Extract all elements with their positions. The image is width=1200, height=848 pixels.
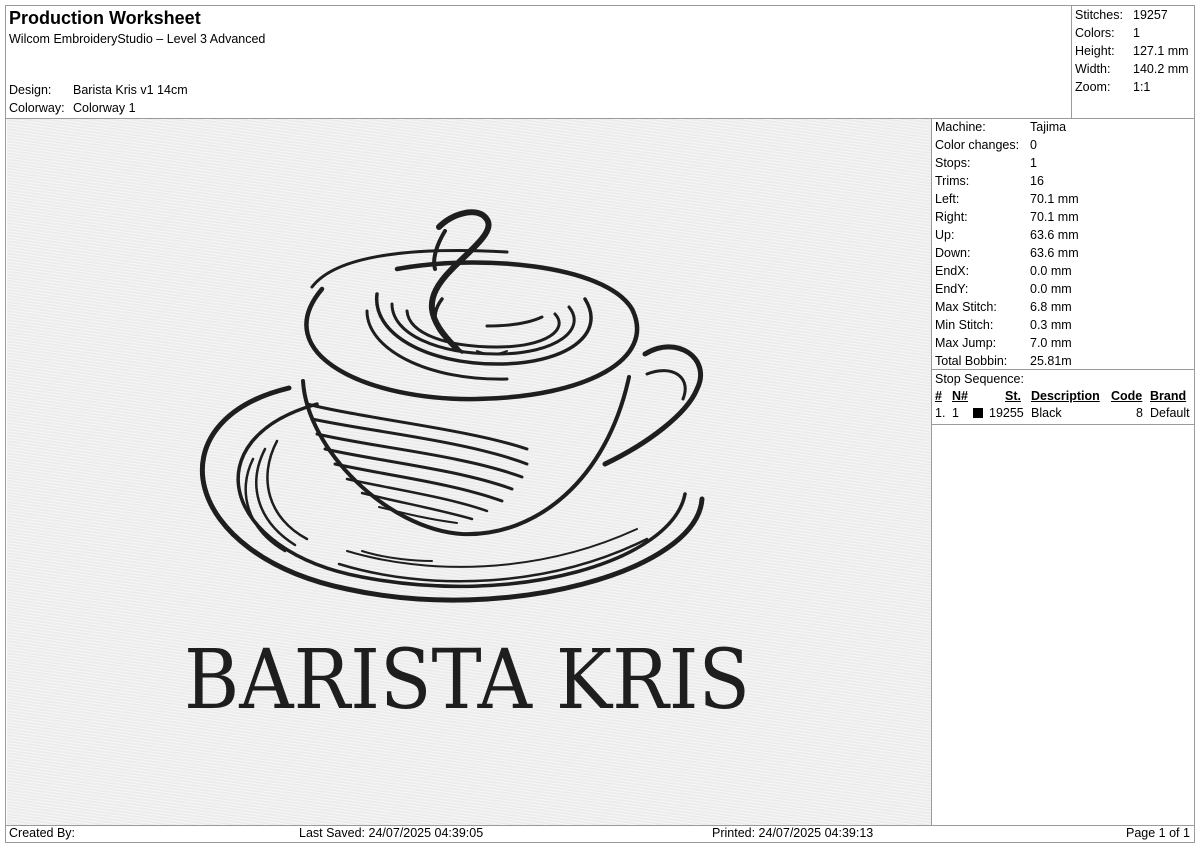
row-stitches: 19255 [989,406,1024,420]
info-row: EndY: 0.0 mm [935,282,1072,296]
col-description: Description [1031,389,1100,403]
info-row: Min Stitch: 0.3 mm [935,318,1072,332]
color-swatch [973,408,983,418]
row-description: Black [1031,406,1062,420]
footer-printed: Printed: 24/07/2025 04:39:13 [712,826,874,840]
info-row: Right: 70.1 mm [935,210,1079,224]
embroidery-design-image: BARISTA KRIS [184,209,750,728]
stat-width: Width: 140.2 mm [1075,62,1189,76]
info-row: Machine: Tajima [935,120,1067,134]
col-code: Code [1111,389,1143,403]
info-row: Up: 63.6 mm [935,228,1079,242]
table-bottom-rule [931,424,1194,425]
colorway-label: Colorway: [9,101,65,115]
stat-stitches: Stitches: 19257 [1075,8,1168,22]
footer-created-by: Created By: [9,826,76,840]
machine-info: Machine: Tajima Color changes: 0 Stops: 1 T… [935,118,1079,370]
table-header: # N# St. Description Code Brand [933,388,1193,405]
stop-sequence-table: # N# St. Description Code Brand 1. 1 192… [933,388,1193,422]
coffee-cup-illustration [200,209,705,603]
col-brand: Brand [1150,389,1187,403]
logo-text: BARISTA KRIS [184,633,750,728]
info-row: Max Jump: 7.0 mm [935,336,1072,350]
col-stitches: St. [1005,389,1021,403]
info-row: Total Bobbin: 25.81m [935,354,1072,368]
design-value: Barista Kris v1 14cm [73,83,188,97]
header-divider [1071,6,1072,118]
info-row: Color changes: 0 [935,138,1037,152]
stat-colors: Colors: 1 [1075,26,1140,40]
row-brand: Default [1150,406,1190,420]
footer-last-saved: Last Saved: 24/07/2025 04:39:05 [299,826,484,840]
row-code: 8 [1136,406,1143,420]
colorway-row: Colorway: Colorway 1 [9,101,136,115]
software-name: Wilcom EmbroideryStudio – Level 3 Advanc… [9,32,266,46]
stop-sequence-label: Stop Sequence: [935,372,1024,386]
design-row: Design: Barista Kris v1 14cm [9,83,188,97]
design-preview: BARISTA KRIS [7,119,931,825]
design-label: Design: [9,83,52,97]
colorway-value: Colorway 1 [73,101,136,115]
info-row: Left: 70.1 mm [935,192,1079,206]
row-number: 1. [935,406,946,420]
footer-rule [6,825,1194,826]
info-row: EndX: 0.0 mm [935,264,1072,278]
summary-stats: Stitches: 19257 Colors: 1 Height: 127.1 mm … [1075,6,1189,96]
stat-zoom: Zoom: 1:1 [1075,80,1151,94]
stat-height: Height: 127.1 mm [1075,44,1189,58]
col-number: # [935,389,942,403]
col-needle: N# [952,389,968,403]
row-needle: 1 [952,406,959,420]
footer-page-number: Page 1 of 1 [1126,826,1190,840]
info-row: Max Stitch: 6.8 mm [935,300,1072,314]
info-row: Stops: 1 [935,156,1037,170]
panel-divider [931,118,932,826]
table-row: 1. 1 19255 Black 8 Default [933,405,1193,422]
page-title: Production Worksheet [9,8,201,28]
info-row: Down: 63.6 mm [935,246,1079,260]
info-row: Trims: 16 [935,174,1044,188]
